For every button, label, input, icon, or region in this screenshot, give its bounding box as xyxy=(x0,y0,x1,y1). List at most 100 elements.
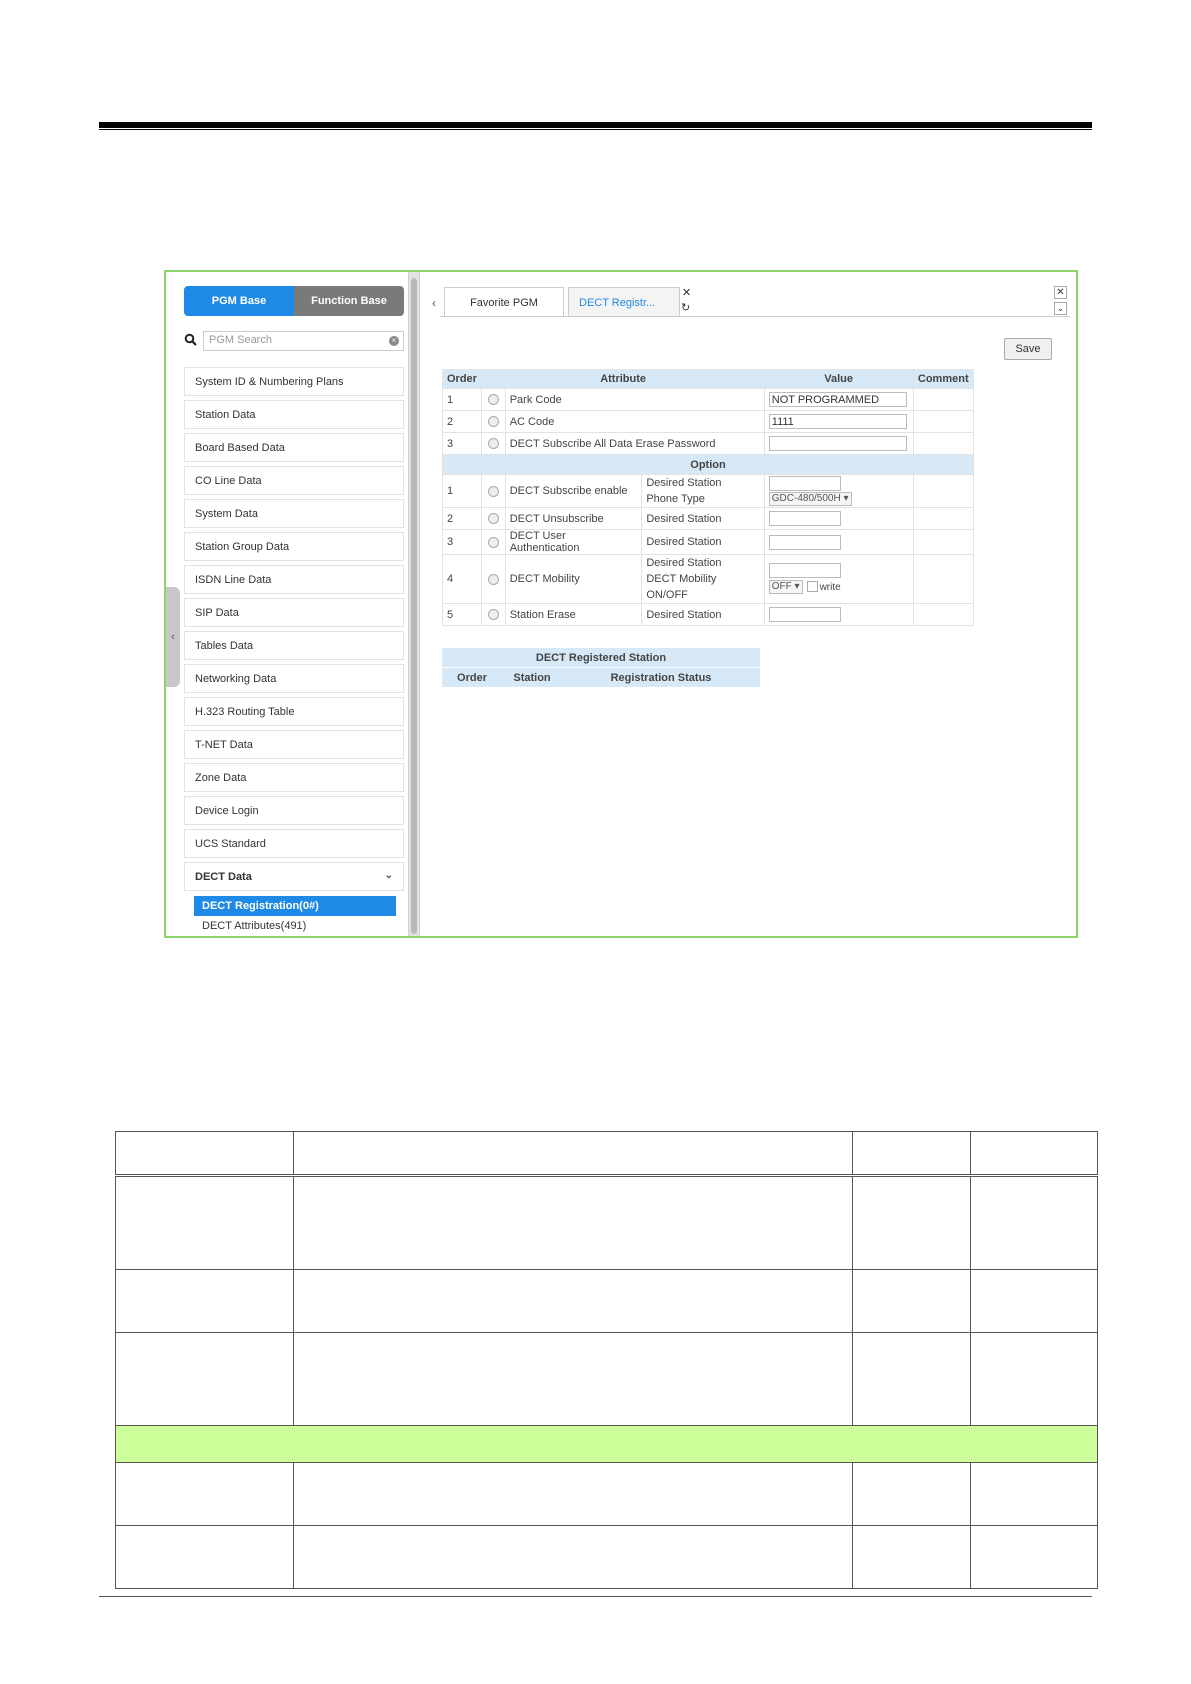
header-value: Value xyxy=(763,369,914,389)
desired-station-field[interactable] xyxy=(768,475,841,491)
menu-item-isdn-line-data[interactable]: ISDN Line Data xyxy=(184,565,404,594)
phone-type-select[interactable]: GDC-480/500H ▾ xyxy=(768,492,852,507)
table-row: 3 DECT User Authentication Desired Stati… xyxy=(441,529,975,555)
scrollbar-thumb[interactable] xyxy=(411,278,417,934)
row-attribute: DECT Unsubscribe xyxy=(504,507,643,530)
ac-code-field[interactable]: 1111 xyxy=(768,414,907,429)
doc-row xyxy=(115,1175,1098,1270)
doc-cell xyxy=(970,1525,1098,1589)
header-comment: Comment xyxy=(912,369,975,389)
write-checkbox[interactable] xyxy=(806,581,818,593)
submenu-dect-registration[interactable]: DECT Registration(0#) xyxy=(194,896,396,916)
menu-item-board-based-data[interactable]: Board Based Data xyxy=(184,433,404,462)
menu-item-sip-data[interactable]: SIP Data xyxy=(184,598,404,627)
row-value: 1111 xyxy=(763,410,914,433)
function-base-button[interactable]: Function Base xyxy=(294,286,404,316)
row-comment xyxy=(912,603,975,626)
table-row: 2 DECT Unsubscribe Desired Station xyxy=(441,507,975,530)
row-radio[interactable] xyxy=(481,432,506,455)
menu-item-dect-data[interactable]: DECT Data ⌄ xyxy=(184,862,404,891)
doc-cell xyxy=(115,1131,294,1177)
row-radio[interactable] xyxy=(481,529,506,555)
row-subattribute: Desired Station xyxy=(641,529,765,555)
menu-item-system-data[interactable]: System Data xyxy=(184,499,404,528)
menu-item-tnet-data[interactable]: T-NET Data xyxy=(184,730,404,759)
row-radio[interactable] xyxy=(481,474,506,508)
row-radio[interactable] xyxy=(481,410,506,433)
left-scrollbar[interactable] xyxy=(408,272,420,936)
doc-cell xyxy=(115,1332,294,1426)
menu-item-co-line-data[interactable]: CO Line Data xyxy=(184,466,404,495)
radio-button[interactable] xyxy=(488,536,500,548)
mobility-select[interactable]: OFF ▾ xyxy=(768,579,803,594)
registered-col-station: Station xyxy=(502,667,562,687)
clear-icon[interactable]: × xyxy=(389,336,399,346)
doc-cell xyxy=(293,1332,853,1426)
row-order: 1 xyxy=(441,474,483,508)
desired-station-field[interactable] xyxy=(768,563,841,579)
row-attribute: DECT Subscribe enable xyxy=(504,474,643,508)
desired-station-field[interactable] xyxy=(768,511,841,526)
close-tab-icon[interactable]: ✕ xyxy=(682,286,691,299)
doc-cell xyxy=(852,1462,971,1526)
radio-button[interactable] xyxy=(488,485,500,497)
refresh-icon[interactable]: ↻ xyxy=(681,301,690,314)
erase-password-field[interactable] xyxy=(768,436,907,451)
doc-cell xyxy=(115,1175,294,1270)
radio-button[interactable] xyxy=(488,573,500,585)
menu-item-zone-data[interactable]: Zone Data xyxy=(184,763,404,792)
doc-cell xyxy=(115,1462,294,1526)
radio-button[interactable] xyxy=(488,609,500,621)
row-comment xyxy=(912,507,975,530)
search-placeholder: PGM Search xyxy=(209,334,272,346)
menu-item-networking-data[interactable]: Networking Data xyxy=(184,664,404,693)
menu-item-station-group-data[interactable]: Station Group Data xyxy=(184,532,404,561)
row-comment xyxy=(912,410,975,433)
row-order: 4 xyxy=(441,554,483,604)
desired-station-field[interactable] xyxy=(768,607,841,622)
row-value xyxy=(763,432,914,455)
table-row: 3 DECT Subscribe All Data Erase Password xyxy=(441,432,975,455)
row-radio[interactable] xyxy=(481,603,506,626)
close-icon[interactable]: ✕ xyxy=(1054,286,1067,299)
tab-dect-registration[interactable]: DECT Registr... xyxy=(568,287,680,317)
collapse-panel-handle[interactable]: ‹ xyxy=(166,587,180,687)
radio-button[interactable] xyxy=(488,513,500,525)
menu-item-device-login[interactable]: Device Login xyxy=(184,796,404,825)
submenu-dect-attributes[interactable]: DECT Attributes(491) xyxy=(202,920,306,932)
chevron-down-icon[interactable]: ⌄ xyxy=(1054,302,1067,315)
table-row: 5 Station Erase Desired Station xyxy=(441,603,975,626)
tab-scroll-left-icon[interactable]: ‹ xyxy=(432,296,436,310)
row-attribute: AC Code xyxy=(504,410,765,433)
radio-button[interactable] xyxy=(488,438,500,450)
row-radio[interactable] xyxy=(481,507,506,530)
row-comment xyxy=(912,529,975,555)
search-row: PGM Search × xyxy=(184,331,404,351)
document-table xyxy=(115,1131,1098,1589)
registered-col-status: Registration Status xyxy=(562,667,760,687)
mobility-value: OFF xyxy=(771,580,792,592)
pgm-menu: System ID & Numbering Plans Station Data… xyxy=(184,367,404,895)
pgm-base-button[interactable]: PGM Base xyxy=(184,286,294,316)
footer-rule xyxy=(99,1596,1092,1597)
doc-cell xyxy=(115,1525,294,1589)
park-code-field[interactable]: NOT PROGRAMMED xyxy=(768,392,907,407)
row-value xyxy=(763,603,914,626)
row-attribute: Park Code xyxy=(504,388,765,411)
menu-item-ucs-standard[interactable]: UCS Standard xyxy=(184,829,404,858)
save-button[interactable]: Save xyxy=(1004,338,1052,360)
row-radio[interactable] xyxy=(481,554,506,604)
desired-station-field[interactable] xyxy=(768,534,841,550)
radio-button[interactable] xyxy=(488,394,500,406)
menu-item-system-id[interactable]: System ID & Numbering Plans xyxy=(184,367,404,396)
row-subattribute: Desired Station xyxy=(641,507,765,530)
pgm-search-input[interactable]: PGM Search × xyxy=(203,331,404,351)
tab-favorite-pgm[interactable]: Favorite PGM xyxy=(444,287,564,317)
option-header-row: Option xyxy=(442,454,974,475)
doc-row xyxy=(115,1462,1098,1526)
menu-item-station-data[interactable]: Station Data xyxy=(184,400,404,429)
menu-item-h323-routing[interactable]: H.323 Routing Table xyxy=(184,697,404,726)
radio-button[interactable] xyxy=(488,416,500,428)
row-radio[interactable] xyxy=(481,388,506,411)
menu-item-tables-data[interactable]: Tables Data xyxy=(184,631,404,660)
